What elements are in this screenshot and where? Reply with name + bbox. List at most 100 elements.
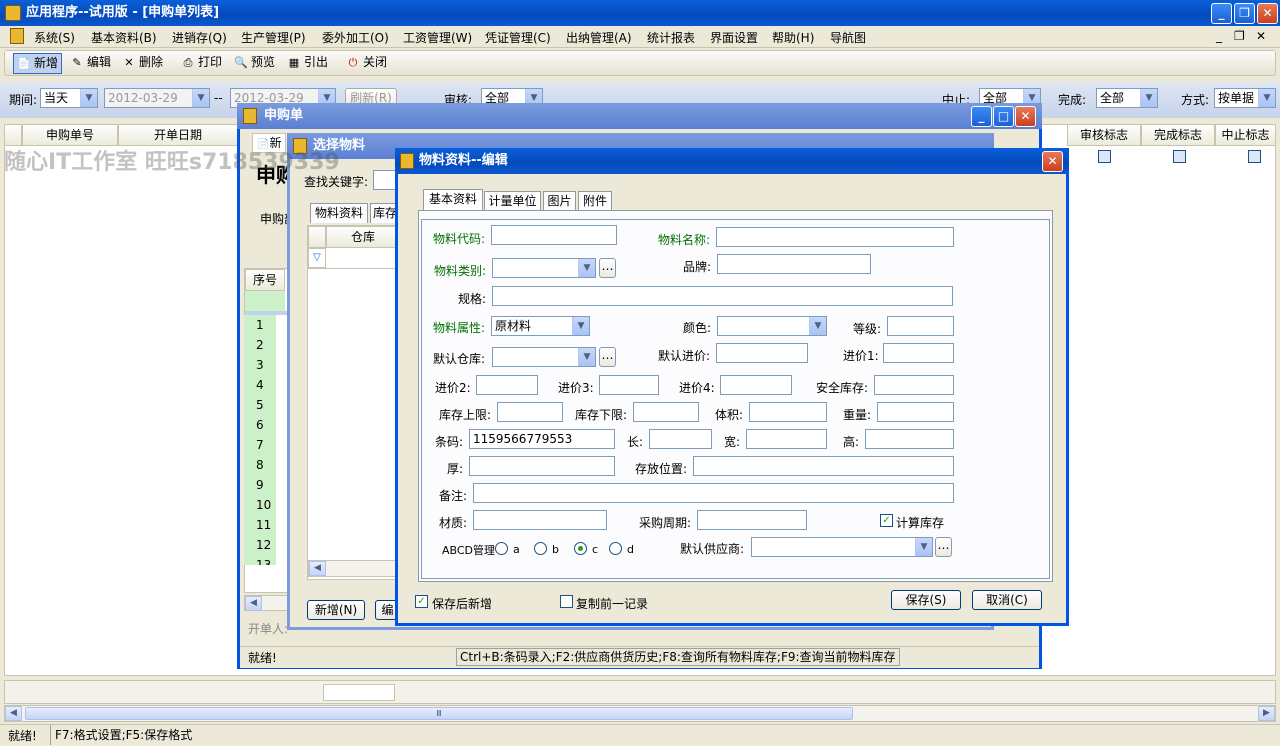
brand-input[interactable] bbox=[717, 254, 871, 274]
material-input[interactable] bbox=[473, 510, 607, 530]
remark-input[interactable] bbox=[473, 483, 954, 503]
tab-unit[interactable]: 计量单位 bbox=[484, 191, 541, 211]
minimize-button[interactable]: _ bbox=[1211, 3, 1232, 24]
purchase-close-button[interactable]: ✕ bbox=[1015, 106, 1036, 127]
save-new-checkbox[interactable]: ✓ bbox=[415, 595, 428, 608]
edit-close-button[interactable]: ✕ bbox=[1042, 151, 1063, 172]
date-separator: -- bbox=[214, 91, 223, 105]
menu-system[interactable]: 系统(S) bbox=[34, 29, 75, 46]
safety-input[interactable] bbox=[874, 375, 954, 395]
close-tool-button[interactable]: ⏻ 关闭 bbox=[343, 53, 390, 74]
price-input[interactable] bbox=[716, 343, 808, 363]
location-input[interactable] bbox=[693, 456, 954, 476]
purchase-minimize-button[interactable]: _ bbox=[971, 106, 992, 127]
select-hscroll[interactable]: ◀ bbox=[308, 560, 400, 577]
audit-checkbox[interactable] bbox=[1098, 150, 1111, 163]
menu-inventory[interactable]: 进销存(Q) bbox=[172, 29, 227, 46]
price3-input[interactable] bbox=[599, 375, 659, 395]
restore-button[interactable]: ❐ bbox=[1234, 3, 1255, 24]
main-hscrollbar[interactable]: ◀ Ⅲ ▶ bbox=[4, 705, 1276, 722]
tab-basic-info[interactable]: 基本资料 bbox=[423, 189, 483, 211]
abcd-radio-c[interactable] bbox=[574, 542, 587, 555]
save-button[interactable]: 保存(S) bbox=[891, 590, 961, 610]
mdi-minimize-icon[interactable]: _ bbox=[1216, 29, 1222, 43]
abcd-radio-d[interactable] bbox=[609, 542, 622, 555]
stop-checkbox[interactable] bbox=[1248, 150, 1261, 163]
weight-input[interactable] bbox=[877, 402, 954, 422]
cancel-button[interactable]: 取消(C) bbox=[972, 590, 1042, 610]
height-input[interactable] bbox=[865, 429, 954, 449]
volume-input[interactable] bbox=[749, 402, 827, 422]
scroll-left-icon[interactable]: ◀ bbox=[309, 561, 326, 576]
thick-input[interactable] bbox=[469, 456, 615, 476]
menu-voucher[interactable]: 凭证管理(C) bbox=[485, 29, 551, 46]
length-input[interactable] bbox=[649, 429, 712, 449]
col-header-audit[interactable]: 审核标志 bbox=[1067, 124, 1141, 146]
delete-button[interactable]: ✕ 删除 bbox=[119, 53, 166, 74]
export-button[interactable]: ▦ 引出 bbox=[284, 53, 331, 74]
color-select[interactable]: ▼ bbox=[717, 316, 827, 336]
col-header-order-no[interactable]: 申购单号 bbox=[22, 124, 118, 146]
menu-interface[interactable]: 界面设置 bbox=[710, 29, 758, 46]
done-checkbox[interactable] bbox=[1173, 150, 1186, 163]
filter-icon[interactable]: ▽ bbox=[308, 248, 326, 268]
grade-input[interactable] bbox=[887, 316, 954, 336]
lower-input[interactable] bbox=[633, 402, 699, 422]
print-button[interactable]: ⎙ 打印 bbox=[178, 53, 225, 74]
abcd-radio-a[interactable] bbox=[495, 542, 508, 555]
col-header-warehouse[interactable]: 仓库 bbox=[326, 226, 400, 248]
period-select[interactable]: 当天 ▼ bbox=[40, 88, 98, 108]
category-select[interactable]: ▼ bbox=[492, 258, 596, 278]
menu-cashier[interactable]: 出纳管理(A) bbox=[566, 29, 632, 46]
scroll-left-icon[interactable]: ◀ bbox=[245, 596, 262, 611]
col-header-stop[interactable]: 中止标志 bbox=[1215, 124, 1276, 146]
select-new-button[interactable]: 新增(N) bbox=[307, 600, 365, 620]
attr-select[interactable]: 原材料 ▼ bbox=[491, 316, 590, 336]
code-input[interactable] bbox=[491, 225, 617, 245]
col-header-done[interactable]: 完成标志 bbox=[1141, 124, 1215, 146]
width-input[interactable] bbox=[746, 429, 827, 449]
tab-image[interactable]: 图片 bbox=[543, 191, 576, 211]
menu-help[interactable]: 帮助(H) bbox=[772, 29, 814, 46]
abcd-radio-b[interactable] bbox=[534, 542, 547, 555]
warehouse-browse-button[interactable]: … bbox=[599, 347, 616, 367]
spec-input[interactable] bbox=[492, 286, 953, 306]
date-from-picker[interactable]: 2012-03-29 ▼ bbox=[104, 88, 210, 108]
supplier-browse-button[interactable]: … bbox=[935, 537, 952, 557]
mdi-restore-icon[interactable]: ❐ bbox=[1234, 29, 1245, 43]
menu-navigation[interactable]: 导航图 bbox=[830, 29, 866, 46]
done-select[interactable]: 全部 ▼ bbox=[1096, 88, 1158, 108]
edit-button[interactable]: ✎ 编辑 bbox=[67, 53, 114, 74]
menu-basic[interactable]: 基本资料(B) bbox=[91, 29, 157, 46]
cycle-input[interactable] bbox=[697, 510, 807, 530]
scroll-left-icon[interactable]: ◀ bbox=[5, 706, 22, 721]
upper-input[interactable] bbox=[497, 402, 563, 422]
warehouse-select[interactable]: ▼ bbox=[492, 347, 596, 367]
scroll-thumb[interactable]: Ⅲ bbox=[25, 707, 853, 720]
close-button[interactable]: ✕ bbox=[1257, 3, 1278, 24]
menu-reports[interactable]: 统计报表 bbox=[647, 29, 695, 46]
calc-stock-checkbox[interactable]: ✓ bbox=[880, 514, 893, 527]
col-header-date[interactable]: 开单日期 bbox=[118, 124, 238, 146]
menu-outsource[interactable]: 委外加工(O) bbox=[322, 29, 389, 46]
preview-button[interactable]: 🔍 预览 bbox=[231, 53, 278, 74]
menu-production[interactable]: 生产管理(P) bbox=[241, 29, 306, 46]
price4-input[interactable] bbox=[720, 375, 792, 395]
copy-prev-checkbox[interactable] bbox=[560, 595, 573, 608]
barcode-input[interactable]: 1159566779553 bbox=[469, 429, 615, 449]
category-browse-button[interactable]: … bbox=[599, 258, 616, 278]
scroll-right-icon[interactable]: ▶ bbox=[1258, 706, 1275, 721]
col-header-seq[interactable]: 序号 bbox=[245, 269, 285, 291]
new-button[interactable]: 📄 新增 bbox=[13, 53, 63, 74]
price1-input[interactable] bbox=[883, 343, 954, 363]
name-input[interactable] bbox=[716, 227, 954, 247]
tab-material-info[interactable]: 物料资料 bbox=[310, 203, 368, 223]
price2-input[interactable] bbox=[476, 375, 538, 395]
menu-salary[interactable]: 工资管理(W) bbox=[403, 29, 472, 46]
mode-select[interactable]: 按单据 ▼ bbox=[1214, 88, 1276, 108]
mdi-close-icon[interactable]: ✕ bbox=[1256, 29, 1266, 43]
edit-app-icon bbox=[400, 153, 414, 169]
tab-attachment[interactable]: 附件 bbox=[578, 191, 612, 211]
purchase-maximize-button[interactable]: □ bbox=[993, 106, 1014, 127]
supplier-select[interactable]: ▼ bbox=[751, 537, 933, 557]
